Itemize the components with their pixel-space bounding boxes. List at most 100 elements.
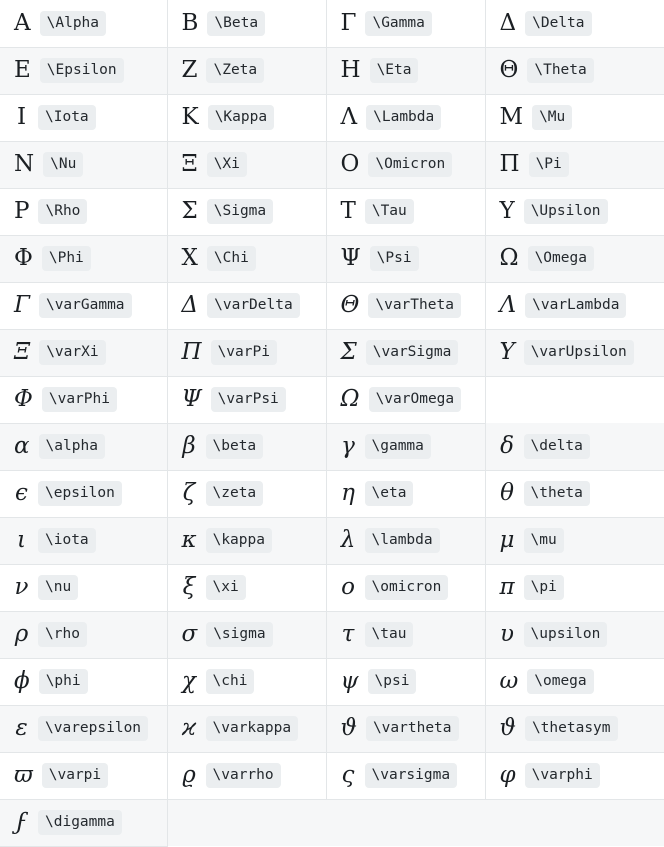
latex-command[interactable]: \upsilon bbox=[523, 621, 608, 648]
greek-letter-cell: π \pi bbox=[485, 564, 664, 612]
latex-command[interactable]: \omega bbox=[527, 668, 594, 695]
latex-command[interactable]: \varPi bbox=[210, 339, 277, 366]
greek-letter-cell: Σ \Sigma bbox=[167, 188, 327, 236]
latex-command[interactable]: \Chi bbox=[206, 245, 256, 272]
latex-command[interactable]: \Beta bbox=[207, 10, 266, 36]
latex-command[interactable]: \zeta bbox=[205, 480, 264, 507]
greek-letter-cell: Ρ \Rho bbox=[0, 188, 168, 236]
greek-letter-cell: Ω \varOmega bbox=[326, 376, 486, 424]
latex-command[interactable]: \tau bbox=[364, 621, 414, 648]
latex-command[interactable]: \epsilon bbox=[38, 480, 122, 507]
latex-command[interactable]: \Alpha bbox=[39, 10, 107, 36]
latex-command[interactable]: \gamma bbox=[364, 433, 431, 460]
latex-command[interactable]: \Omega bbox=[527, 245, 594, 272]
latex-command[interactable]: \Delta bbox=[525, 10, 592, 36]
greek-glyph: ρ bbox=[14, 621, 29, 647]
greek-glyph: Υ bbox=[499, 339, 515, 365]
latex-command[interactable]: \delta bbox=[523, 433, 590, 459]
latex-command[interactable]: \mu bbox=[523, 527, 564, 554]
latex-command[interactable]: \rho bbox=[38, 621, 87, 648]
latex-command[interactable]: \Iota bbox=[38, 104, 96, 131]
latex-command[interactable]: \vartheta bbox=[365, 715, 459, 742]
latex-command[interactable]: \varXi bbox=[39, 339, 106, 366]
latex-command[interactable]: \varpi bbox=[41, 762, 109, 789]
latex-command[interactable]: \varPhi bbox=[41, 386, 117, 413]
greek-letter-cell: β \beta bbox=[167, 423, 327, 471]
latex-command[interactable]: \varepsilon bbox=[38, 715, 149, 742]
latex-command[interactable]: \Nu bbox=[43, 151, 84, 178]
latex-command[interactable]: \varTheta bbox=[368, 292, 461, 319]
latex-command[interactable]: \varrho bbox=[205, 762, 281, 789]
latex-command[interactable]: \Sigma bbox=[206, 198, 274, 225]
latex-command[interactable]: \Kappa bbox=[207, 104, 275, 131]
greek-glyph: Α bbox=[14, 9, 31, 36]
greek-letter-cell: Ε \Epsilon bbox=[0, 47, 168, 95]
latex-command[interactable]: \Zeta bbox=[206, 57, 265, 84]
latex-command[interactable]: \Xi bbox=[206, 151, 247, 178]
greek-letter-cell: Φ \Phi bbox=[0, 235, 168, 283]
greek-glyph: Ω bbox=[499, 245, 519, 271]
greek-letter-cell: Γ \varGamma bbox=[0, 282, 168, 330]
latex-command[interactable]: \Tau bbox=[364, 198, 414, 225]
latex-command[interactable]: \alpha bbox=[38, 433, 105, 460]
greek-glyph: Η bbox=[340, 57, 361, 83]
latex-command[interactable]: \pi bbox=[523, 574, 564, 601]
latex-command[interactable]: \phi bbox=[38, 668, 88, 695]
latex-command[interactable]: \Eta bbox=[369, 57, 419, 84]
latex-command[interactable]: \lambda bbox=[364, 527, 440, 554]
latex-command[interactable]: \eta bbox=[364, 480, 414, 507]
latex-command[interactable]: \Upsilon bbox=[523, 198, 608, 225]
greek-letter-cell: φ \varphi bbox=[485, 752, 664, 800]
greek-glyph: Ε bbox=[14, 57, 31, 83]
greek-glyph: Θ bbox=[340, 292, 360, 318]
latex-command[interactable]: \psi bbox=[367, 668, 417, 695]
latex-command[interactable]: \Phi bbox=[41, 245, 91, 272]
latex-command[interactable]: \varSigma bbox=[365, 339, 459, 366]
latex-command[interactable]: \Rho bbox=[38, 198, 88, 225]
greek-glyph: Λ bbox=[499, 292, 517, 318]
latex-command[interactable]: \sigma bbox=[206, 621, 273, 648]
latex-command[interactable]: \digamma bbox=[38, 809, 122, 836]
greek-letter-cell: Κ \Kappa bbox=[167, 94, 327, 142]
greek-letter-cell: μ \mu bbox=[485, 517, 664, 565]
latex-command[interactable]: \varDelta bbox=[207, 292, 300, 319]
latex-command[interactable]: \chi bbox=[205, 668, 255, 695]
latex-command[interactable]: \Theta bbox=[527, 57, 594, 84]
latex-command[interactable]: \varsigma bbox=[364, 762, 458, 789]
latex-command[interactable]: \varOmega bbox=[368, 386, 462, 413]
latex-command[interactable]: \varphi bbox=[524, 762, 600, 789]
latex-command[interactable]: \Mu bbox=[532, 104, 573, 131]
latex-command[interactable]: \varLambda bbox=[525, 292, 627, 319]
greek-glyph: Ξ bbox=[14, 339, 31, 365]
empty-cell bbox=[167, 799, 326, 846]
latex-command[interactable]: \Lambda bbox=[366, 104, 442, 131]
greek-letter-cell: Λ \varLambda bbox=[485, 282, 664, 330]
latex-command[interactable]: \omicron bbox=[364, 574, 449, 601]
greek-letter-cell: Ι \Iota bbox=[0, 94, 168, 142]
latex-command[interactable]: \Epsilon bbox=[39, 57, 124, 84]
greek-glyph: Π bbox=[181, 339, 202, 365]
greek-letter-cell: ο \omicron bbox=[326, 564, 486, 612]
greek-letter-cell: Φ \varPhi bbox=[0, 376, 168, 424]
latex-command[interactable]: \kappa bbox=[205, 527, 272, 554]
latex-command[interactable]: \Omicron bbox=[368, 151, 453, 178]
latex-command[interactable]: \theta bbox=[523, 480, 590, 507]
empty-cell bbox=[485, 799, 664, 846]
latex-command[interactable]: \varPsi bbox=[210, 386, 286, 413]
latex-command[interactable]: \Psi bbox=[369, 245, 419, 272]
latex-command[interactable]: \iota bbox=[38, 527, 96, 554]
table-row: ε \varepsilon ϰ \varkappa ϑ \vartheta ϑ \thetas… bbox=[0, 705, 664, 753]
greek-glyph: ϕ bbox=[14, 668, 30, 694]
table-row: Ξ \varXi Π \varPi Σ \varSigma Υ \varUpsilon bbox=[0, 329, 664, 377]
table-row: ϵ \epsilon ζ \zeta η \eta θ \theta bbox=[0, 470, 664, 518]
latex-command[interactable]: \beta bbox=[205, 433, 264, 460]
latex-command[interactable]: \Pi bbox=[528, 151, 569, 178]
latex-command[interactable]: \varUpsilon bbox=[523, 339, 634, 366]
latex-command[interactable]: \xi bbox=[205, 574, 246, 601]
latex-command[interactable]: \thetasym bbox=[524, 715, 618, 742]
latex-command[interactable]: \nu bbox=[38, 574, 79, 601]
latex-command[interactable]: \varkappa bbox=[205, 715, 299, 742]
greek-glyph: Ν bbox=[14, 151, 35, 177]
latex-command[interactable]: \varGamma bbox=[38, 292, 132, 319]
latex-command[interactable]: \Gamma bbox=[365, 10, 432, 36]
